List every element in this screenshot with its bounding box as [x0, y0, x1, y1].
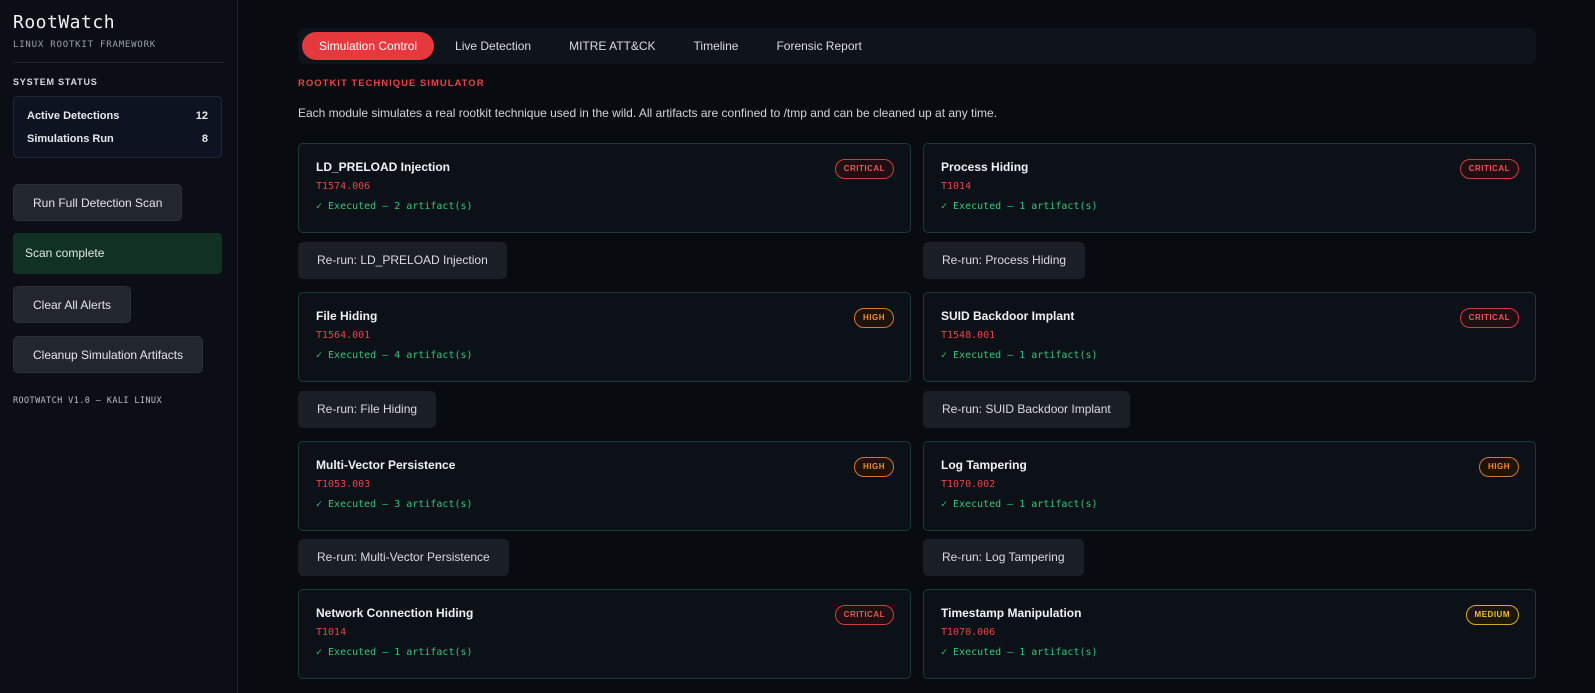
- rerun-button[interactable]: Re-run: LD_PRELOAD Injection: [298, 242, 507, 279]
- severity-badge: HIGH: [1479, 457, 1519, 477]
- execution-status: ✓ Executed — 1 artifact(s): [316, 647, 473, 658]
- module-name: LD_PRELOAD Injection: [316, 160, 451, 174]
- version-label: ROOTWATCH V1.0 — KALI LINUX: [13, 396, 162, 406]
- run-full-scan-button[interactable]: Run Full Detection Scan: [13, 184, 183, 221]
- technique-id: T1053.003: [316, 479, 371, 490]
- technique-id: T1014: [941, 181, 972, 192]
- severity-badge: CRITICAL: [1459, 308, 1519, 328]
- execution-status: ✓ Executed — 4 artifact(s): [316, 350, 473, 361]
- module-card: Multi-Vector Persistence T1053.003 ✓ Exe…: [298, 441, 911, 531]
- tab-mitre-attack[interactable]: MITRE ATT&CK: [552, 32, 672, 60]
- tab-simulation-control[interactable]: Simulation Control: [302, 32, 435, 60]
- technique-id: T1564.001: [316, 330, 371, 341]
- tab-timeline[interactable]: Timeline: [677, 32, 756, 60]
- rerun-button[interactable]: Re-run: Process Hiding: [923, 242, 1086, 279]
- execution-status: ✓ Executed — 1 artifact(s): [941, 201, 1098, 212]
- module-name: Timestamp Manipulation: [941, 606, 1082, 620]
- module-card: Process Hiding T1014 ✓ Executed — 1 arti…: [923, 143, 1536, 233]
- execution-status: ✓ Executed — 1 artifact(s): [941, 647, 1098, 658]
- execution-status: ✓ Executed — 1 artifact(s): [941, 499, 1098, 510]
- severity-badge: HIGH: [854, 308, 894, 328]
- module-name: File Hiding: [316, 309, 378, 323]
- rerun-button[interactable]: Re-run: Multi-Vector Persistence: [298, 539, 509, 576]
- section-description: Each module simulates a real rootkit tec…: [298, 106, 998, 120]
- stat-value: 8: [201, 133, 208, 145]
- tab-live-detection[interactable]: Live Detection: [438, 32, 548, 60]
- module-card: Log Tampering T1070.002 ✓ Executed — 1 a…: [923, 441, 1536, 531]
- severity-badge: CRITICAL: [834, 159, 894, 179]
- rerun-button[interactable]: Re-run: File Hiding: [298, 391, 437, 428]
- stat-label: Active Detections: [27, 110, 120, 122]
- module-card: Network Connection Hiding T1014 ✓ Execut…: [298, 589, 911, 679]
- module-name: Multi-Vector Persistence: [316, 458, 456, 472]
- module-card: SUID Backdoor Implant T1548.001 ✓ Execut…: [923, 292, 1536, 382]
- tab-bar: Simulation Control Live Detection MITRE …: [298, 28, 1536, 64]
- stat-label: Simulations Run: [27, 133, 114, 145]
- app-subtitle: LINUX ROOTKIT FRAMEWORK: [13, 40, 157, 50]
- system-status-panel: Active Detections 12 Simulations Run 8: [13, 96, 222, 158]
- rerun-button[interactable]: Re-run: SUID Backdoor Implant: [923, 391, 1130, 428]
- execution-status: ✓ Executed — 3 artifact(s): [316, 499, 473, 510]
- stat-simulations-run: Simulations Run 8: [27, 128, 208, 151]
- section-title: ROOTKIT TECHNIQUE SIMULATOR: [298, 78, 485, 89]
- module-name: Log Tampering: [941, 458, 1027, 472]
- severity-badge: HIGH: [854, 457, 894, 477]
- module-card: Timestamp Manipulation T1070.006 ✓ Execu…: [923, 589, 1536, 679]
- rerun-button[interactable]: Re-run: Log Tampering: [923, 539, 1084, 576]
- module-card: File Hiding T1564.001 ✓ Executed — 4 art…: [298, 292, 911, 382]
- cleanup-artifacts-button[interactable]: Cleanup Simulation Artifacts: [13, 336, 204, 373]
- tab-forensic-report[interactable]: Forensic Report: [759, 32, 878, 60]
- app-title: RootWatch: [13, 12, 116, 33]
- severity-badge: CRITICAL: [1459, 159, 1519, 179]
- execution-status: ✓ Executed — 2 artifact(s): [316, 201, 473, 212]
- divider: [13, 62, 224, 63]
- sidebar: RootWatch LINUX ROOTKIT FRAMEWORK SYSTEM…: [0, 0, 238, 693]
- technique-id: T1014: [316, 627, 347, 638]
- clear-alerts-button[interactable]: Clear All Alerts: [13, 286, 132, 323]
- execution-status: ✓ Executed — 1 artifact(s): [941, 350, 1098, 361]
- stat-active-detections: Active Detections 12: [27, 105, 208, 128]
- technique-id: T1548.001: [941, 330, 996, 341]
- module-name: Process Hiding: [941, 160, 1029, 174]
- module-name: SUID Backdoor Implant: [941, 309, 1075, 323]
- module-name: Network Connection Hiding: [316, 606, 474, 620]
- stat-value: 12: [195, 110, 208, 122]
- technique-id: T1070.006: [941, 627, 996, 638]
- scan-status-message: Scan complete: [13, 233, 222, 274]
- module-card: LD_PRELOAD Injection T1574.006 ✓ Execute…: [298, 143, 911, 233]
- technique-id: T1070.002: [941, 479, 996, 490]
- severity-badge: MEDIUM: [1465, 605, 1519, 625]
- severity-badge: CRITICAL: [834, 605, 894, 625]
- technique-id: T1574.006: [316, 181, 371, 192]
- system-status-label: SYSTEM STATUS: [13, 77, 98, 87]
